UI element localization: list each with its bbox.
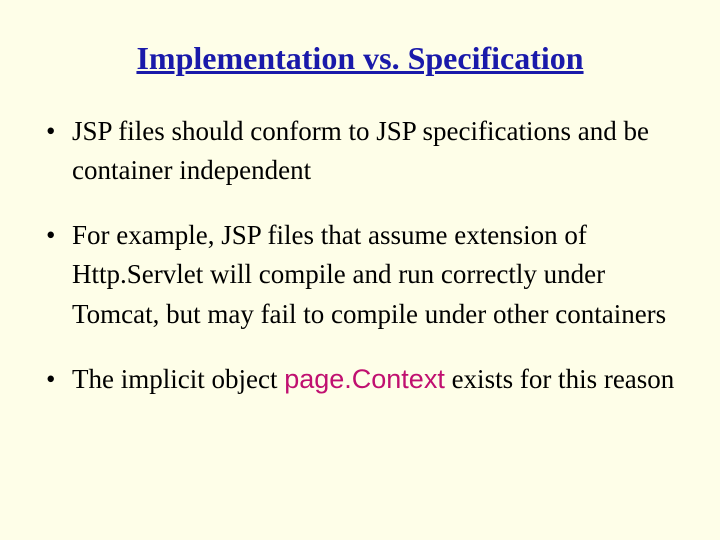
bullet-text-pre: The implicit object bbox=[72, 364, 284, 394]
bullet-list: JSP files should conform to JSP specific… bbox=[40, 112, 680, 399]
code-term: page.Context bbox=[284, 364, 445, 394]
list-item: JSP files should conform to JSP specific… bbox=[40, 112, 680, 190]
list-item: The implicit object page.Context exists … bbox=[40, 360, 680, 399]
slide: Implementation vs. Specification JSP fil… bbox=[0, 0, 720, 540]
list-item: For example, JSP files that assume exten… bbox=[40, 216, 680, 333]
slide-title: Implementation vs. Specification bbox=[40, 40, 680, 77]
bullet-text-post: exists for this reason bbox=[445, 364, 674, 394]
